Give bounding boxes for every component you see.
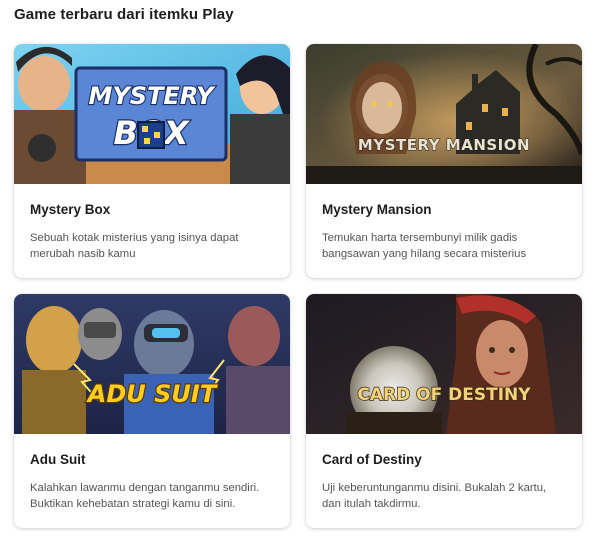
game-description: Temukan harta tersembunyi milik gadis ba… [322,232,527,260]
game-description: Sebuah kotak misterius yang isinya dapat… [30,232,239,260]
game-card-adu-suit[interactable]: ADU SUIT Adu Suit Kalahkan lawanmu denga… [14,294,290,528]
section-heading: Game terbaru dari itemku Play [14,6,234,23]
game-title: Card of Destiny [322,452,422,467]
game-thumbnail-adu-suit: ADU SUIT [14,294,290,434]
game-card-card-of-destiny[interactable]: CARD OF DESTINY Card of Destiny Uji kebe… [306,294,582,528]
game-card-mystery-mansion[interactable]: MYSTERY MANSION Mystery Mansion Temukan … [306,44,582,278]
game-card-mystery-box[interactable]: MYSTERY BOX Mystery Box Sebuah kotak mis… [14,44,290,278]
adu-suit-logo: ADU SUIT [86,380,218,408]
game-title: Adu Suit [30,452,86,467]
mystery-mansion-logo: MYSTERY MANSION [358,136,530,154]
adu-suit-artwork: ADU SUIT [14,294,290,434]
game-title: Mystery Mansion [322,202,432,217]
game-title: Mystery Box [30,202,111,217]
game-thumbnail-mystery-box: MYSTERY BOX [14,44,290,184]
mystery-mansion-artwork: MYSTERY MANSION [306,44,582,184]
game-description: Uji keberuntunganmu disini. Bukalah 2 ka… [322,482,547,510]
card-of-destiny-artwork: CARD OF DESTINY [306,294,582,434]
game-thumbnail-card-of-destiny: CARD OF DESTINY [306,294,582,434]
card-of-destiny-logo: CARD OF DESTINY [357,385,531,405]
mystery-box-logo-line1: MYSTERY [89,82,217,110]
mystery-box-artwork: MYSTERY BOX [14,44,290,184]
game-thumbnail-mystery-mansion: MYSTERY MANSION [306,44,582,184]
game-description: Kalahkan lawanmu dengan tanganmu sendiri… [30,482,260,510]
